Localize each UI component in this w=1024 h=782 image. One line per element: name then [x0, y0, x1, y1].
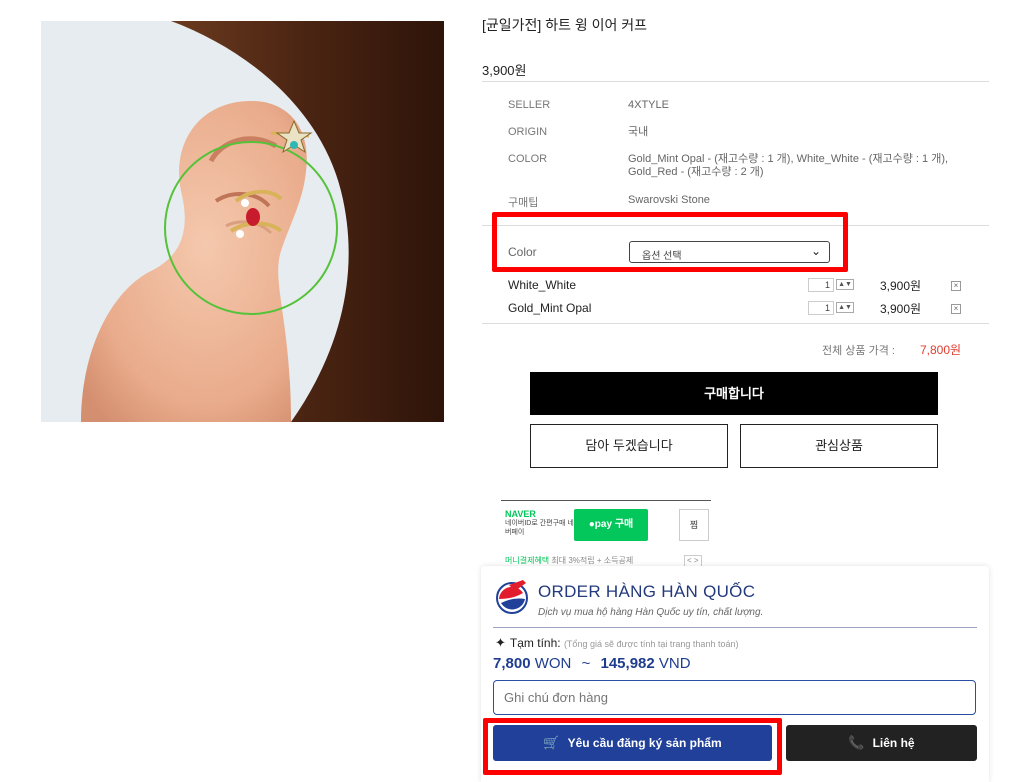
request-button-label: Yêu cầu đăng ký sản phẩm — [567, 736, 722, 750]
divider — [493, 627, 977, 628]
naver-promo: 머니결제혜택 최대 3%적립 + 소득공제 — [505, 555, 633, 566]
spec-value-tip: Swarovski Stone — [628, 194, 710, 206]
spec-label-tip: 구매팁 — [508, 197, 539, 209]
vnd-amount: 145,982 — [600, 655, 655, 672]
naver-pay-button[interactable]: ●pay 구매 — [574, 509, 648, 541]
total-label: 전체 상품 가격 : — [822, 345, 895, 357]
price-separator: ~ — [581, 655, 591, 672]
option-label: Color — [508, 245, 537, 259]
naver-pay-box: NAVER 네이버ID로 간편구매 네이버페이 ●pay 구매 찜 머니결제혜택… — [501, 500, 711, 568]
order-title: ORDER HÀNG HÀN QUỐC — [538, 582, 756, 601]
cart-icon: 🛒 — [543, 735, 560, 750]
quantity-input[interactable]: 1 — [808, 301, 834, 315]
selected-item-price: 3,900원 — [880, 302, 922, 316]
remove-icon[interactable]: × — [951, 281, 961, 291]
subtotal-label: Tạm tính: — [509, 636, 561, 650]
quantity-stepper[interactable]: 1 ▲▼ — [808, 301, 856, 315]
order-note-input[interactable] — [493, 680, 976, 715]
selected-item-price: 3,900원 — [880, 279, 922, 293]
quantity-arrows-icon[interactable]: ▲▼ — [836, 279, 854, 290]
subtotal-note: (Tổng giá sẽ được tính tại trang thanh t… — [563, 639, 739, 649]
quantity-input[interactable]: 1 — [808, 278, 834, 292]
sparkle-icon: ✦ — [495, 635, 506, 650]
naver-promo-text: 최대 3%적립 + 소득공제 — [551, 556, 634, 565]
naver-logo: NAVER — [505, 509, 536, 519]
contact-button-label: Liên hệ — [872, 736, 915, 750]
won-amount: 7,800 — [493, 655, 531, 672]
quantity-arrows-icon[interactable]: ▲▼ — [836, 302, 854, 313]
subtotal-row: ✦ Tạm tính: (Tổng giá sẽ được tính tại tr… — [495, 635, 738, 651]
order-widget: ORDER HÀNG HÀN QUỐC Dịch vụ mua hộ hàng … — [481, 566, 989, 782]
remove-icon[interactable]: × — [951, 304, 961, 314]
spec-value-color: Gold_Mint Opal - (재고수량 : 1 개), White_Whi… — [628, 153, 949, 178]
phone-icon: 📞 — [848, 735, 865, 750]
divider — [482, 81, 989, 82]
naver-promo-highlight: 머니결제혜택 — [505, 556, 550, 565]
add-to-cart-button[interactable]: 담아 두겠습니다 — [530, 424, 728, 468]
option-select-value: 옵션 선택 — [642, 251, 682, 262]
wishlist-button[interactable]: 관심상품 — [740, 424, 938, 468]
vnd-unit: VND — [658, 655, 691, 672]
won-unit: WON — [534, 655, 572, 672]
naver-subtext: 네이버ID로 간편구매 네이버페이 — [505, 520, 581, 536]
spec-label-origin: ORIGIN — [508, 126, 548, 138]
order-subtitle: Dịch vụ mua hộ hàng Hàn Quốc uy tín, chấ… — [538, 607, 764, 618]
spec-value-seller: 4XTYLE — [628, 99, 669, 111]
selected-item-name: Gold_Mint Opal — [508, 301, 592, 315]
request-product-button[interactable]: 🛒 Yêu cầu đăng ký sản phẩm — [493, 725, 772, 761]
airplane-logo-icon — [496, 580, 528, 614]
quantity-stepper[interactable]: 1 ▲▼ — [808, 278, 856, 292]
spec-label-color: COLOR — [508, 153, 548, 165]
divider — [482, 225, 989, 226]
zzim-button[interactable]: 찜 — [679, 509, 709, 541]
divider — [482, 323, 989, 324]
buy-button[interactable]: 구매합니다 — [530, 372, 938, 415]
product-price: 3,900원 — [482, 63, 527, 78]
product-title: [균일가전] 하트 윙 이어 커프 — [482, 17, 648, 33]
spec-value-origin: 국내 — [628, 126, 649, 138]
price-conversion: 7,800 WON ~ 145,982 VND — [493, 655, 691, 672]
product-image — [41, 21, 444, 422]
contact-button[interactable]: 📞 Liên hệ — [786, 725, 977, 761]
chevron-down-icon: ⌄ — [810, 244, 821, 258]
total-price: 7,800원 — [920, 343, 962, 357]
spec-label-seller: SELLER — [508, 99, 551, 111]
color-option-select[interactable]: 옵션 선택 ⌄ — [629, 241, 830, 263]
selected-item-name: White_White — [508, 278, 577, 292]
